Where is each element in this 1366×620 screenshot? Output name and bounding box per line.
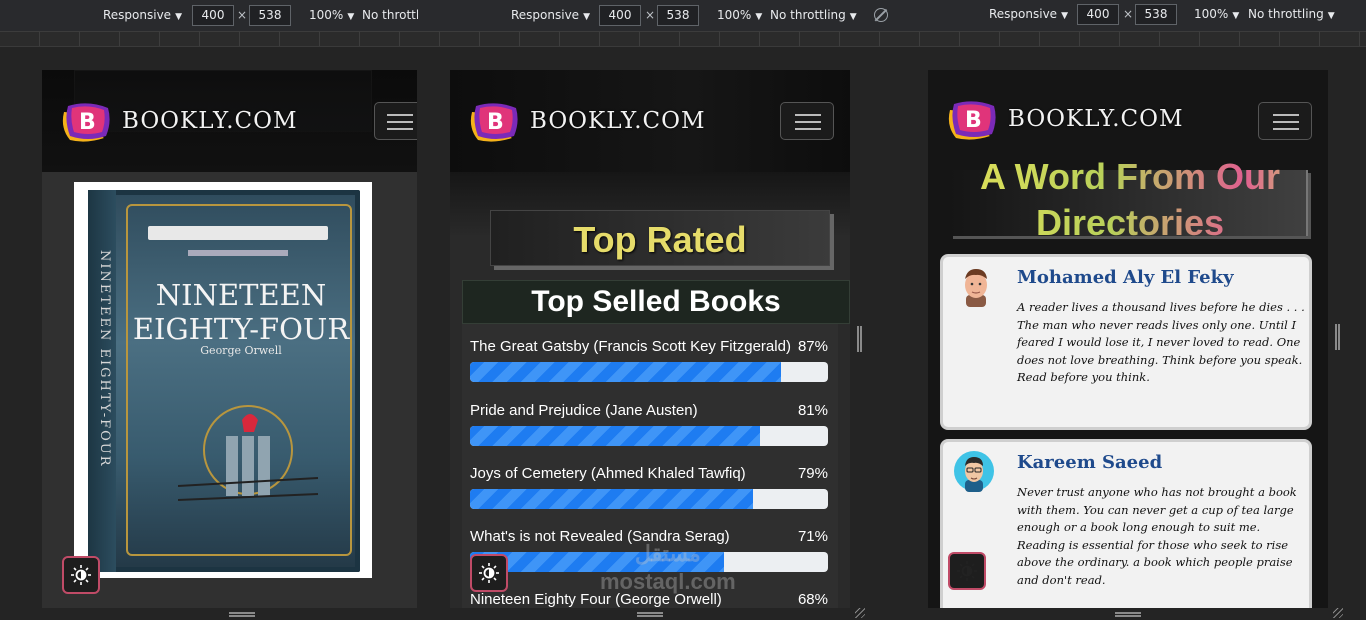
watermark-arabic: مستقل [634, 541, 701, 566]
top-selled-heading: Top Selled Books [531, 285, 781, 318]
bookly-logo-icon[interactable]: B [58, 98, 114, 144]
resize-handle-right[interactable] [1335, 324, 1340, 350]
cover-title-line1: NINETEEN [155, 278, 327, 312]
responsive-dropdown[interactable]: Responsive ▼ [989, 7, 1068, 21]
devtools-ruler [0, 32, 1366, 47]
phone-frame-hero: B BOOKLY.COM NINETEEN EIGHTY-FOUR NINETE… [42, 70, 417, 608]
progress-label: The Great Gatsby (Francis Scott Key Fitz… [470, 338, 791, 355]
theme-toggle-button[interactable] [470, 554, 508, 592]
cover-art-icon [178, 405, 318, 501]
avatar-icon [954, 451, 994, 492]
spine-title: NINETEEN EIGHTY-FOUR [97, 250, 112, 468]
quote-author-name: Kareem Saeed [1017, 452, 1163, 473]
svg-text:B: B [965, 108, 982, 133]
sun-theme-icon [479, 563, 499, 583]
width-input[interactable]: 400 [599, 5, 641, 26]
quote-text: A reader lives a thousand lives before h… [1017, 300, 1305, 384]
book-spine: NINETEEN EIGHTY-FOUR [88, 190, 116, 572]
phone-frame-quotes: B BOOKLY.COM A Word From Our Directories… [928, 70, 1328, 608]
svg-text:B: B [487, 110, 504, 135]
theme-toggle-button[interactable] [62, 556, 100, 594]
devtools-toolbar-2: Responsive ▼ 400 × 538 100% ▼ No throttlin… [430, 0, 910, 32]
progress-track [470, 362, 828, 382]
devtools-toolbar-1: Responsive▼ 400 × 538 100%▼ No throttlin [0, 0, 430, 32]
watermark: مستقل mostaql.com [600, 540, 736, 596]
rotate-icon[interactable] [874, 8, 888, 22]
resize-corner[interactable] [1333, 608, 1343, 618]
progress-fill [470, 489, 753, 509]
throttle-dropdown[interactable]: No throttlin [362, 8, 418, 22]
cover-subtitle-band [188, 250, 288, 256]
brand-name[interactable]: BOOKLY.COM [1008, 106, 1184, 132]
width-input[interactable]: 400 [1077, 4, 1119, 25]
brand-name[interactable]: BOOKLY.COM [122, 108, 298, 134]
book-cover-image: NINETEEN EIGHTY-FOUR NINETEEN EIGHTY-FOU… [74, 182, 372, 578]
progress-fill [470, 362, 782, 382]
svg-text:B: B [79, 110, 96, 135]
navbar: B BOOKLY.COM [42, 70, 417, 172]
height-input[interactable]: 538 [657, 5, 699, 26]
brand-name[interactable]: BOOKLY.COM [530, 108, 706, 134]
times-sign: × [237, 8, 248, 22]
navbar: B BOOKLY.COM [450, 70, 850, 172]
responsive-dropdown[interactable]: Responsive ▼ [511, 8, 590, 22]
progress-percent: 79% [797, 465, 828, 482]
progress-percent: 81% [797, 402, 828, 419]
cover-header-band [148, 226, 328, 240]
phone-frame-top-rated: B BOOKLY.COM Top Rated Top Selled Books … [450, 70, 850, 608]
zoom-dropdown[interactable]: 100% ▼ [717, 8, 762, 22]
progress-fill [470, 426, 760, 446]
quote-author-name: Mohamed Aly El Feky [1017, 267, 1234, 288]
bookly-logo-icon[interactable]: B [466, 98, 522, 144]
height-input[interactable]: 538 [1135, 4, 1177, 25]
resize-handle-bottom[interactable] [637, 612, 663, 617]
devtools-toolbar-3: Responsive ▼ 400 × 538 100% ▼ No throttlin… [910, 0, 1366, 32]
quote-text: Never trust anyone who has not brought a… [1017, 485, 1297, 587]
progress-track [470, 489, 828, 509]
width-input[interactable]: 400 [192, 5, 234, 26]
sun-theme-icon [71, 565, 91, 585]
quote-card: Mohamed Aly El Feky A reader lives a tho… [940, 254, 1312, 430]
book-cover: NINETEEN EIGHTY-FOUR NINETEEN EIGHTY-FOU… [88, 190, 360, 572]
progress-label: Pride and Prejudice (Jane Austen) [470, 402, 698, 419]
word-heading: A Word From Our Directories [940, 154, 1320, 246]
throttle-dropdown[interactable]: No throttling ▼ [1248, 7, 1335, 21]
height-input[interactable]: 538 [249, 5, 291, 26]
hamburger-menu-icon[interactable] [374, 102, 417, 140]
bookly-logo-icon[interactable]: B [944, 96, 1000, 142]
top-selled-heading-box: Top Selled Books [462, 280, 850, 324]
theme-toggle-button[interactable] [948, 552, 986, 590]
progress-track [470, 426, 828, 446]
resize-handle-bottom[interactable] [1115, 612, 1141, 617]
responsive-dropdown[interactable]: Responsive ▼ [103, 8, 182, 22]
hamburger-menu-icon[interactable] [780, 102, 834, 140]
hamburger-menu-icon[interactable] [1258, 102, 1312, 140]
zoom-dropdown[interactable]: 100% ▼ [309, 8, 354, 22]
sun-theme-icon [957, 561, 977, 581]
progress-percent: 71% [797, 528, 828, 545]
top-rated-heading-box: Top Rated [490, 210, 830, 266]
cover-author: George Orwell [200, 344, 282, 357]
cover-title-line2: EIGHTY-FOUR [132, 312, 350, 346]
progress-percent: 68% [797, 591, 828, 608]
times-sign: × [1123, 7, 1134, 21]
times-sign: × [645, 8, 656, 22]
progress-label: Joys of Cemetery (Ahmed Khaled Tawfiq) [470, 465, 746, 482]
quote-card: Kareem Saeed Never trust anyone who has … [940, 439, 1312, 608]
watermark-latin: mostaql.com [600, 569, 736, 594]
zoom-dropdown[interactable]: 100% ▼ [1194, 7, 1239, 21]
resize-corner[interactable] [855, 608, 865, 618]
avatar-icon [965, 269, 987, 307]
resize-handle-right[interactable] [857, 326, 862, 352]
progress-percent: 87% [797, 338, 828, 355]
throttle-dropdown[interactable]: No throttling ▼ [770, 8, 857, 22]
resize-handle-bottom[interactable] [229, 612, 255, 617]
top-rated-heading: Top Rated [573, 219, 747, 260]
